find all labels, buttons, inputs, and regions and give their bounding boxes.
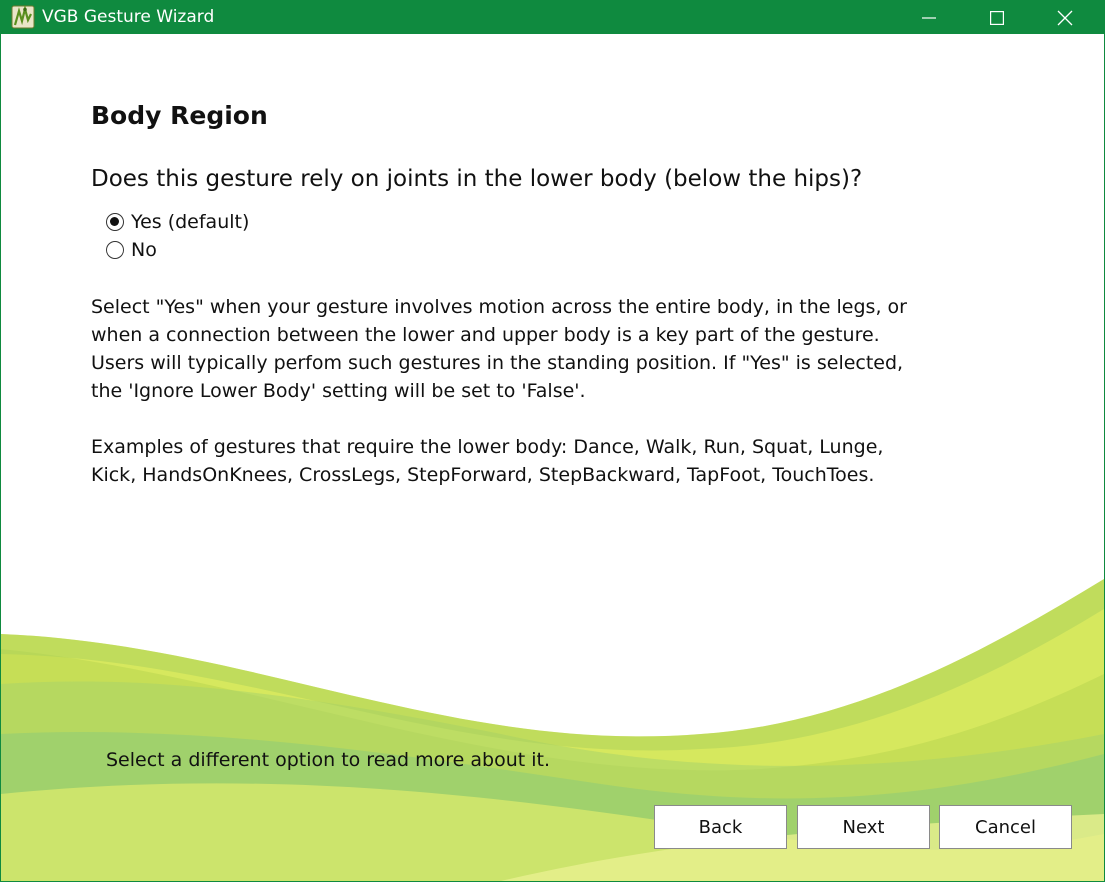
examples-text: Examples of gestures that require the lo… [91, 436, 884, 486]
cancel-button[interactable]: Cancel [939, 805, 1072, 849]
close-button[interactable] [1032, 1, 1098, 34]
hint-message: Select a different option to read more a… [106, 749, 551, 771]
close-icon [1057, 10, 1073, 25]
radio-yes[interactable]: Yes (default) [106, 209, 249, 235]
option-description: Select "Yes" when your gesture involves … [91, 296, 907, 402]
wizard-window: VGB Gesture Wizard Body Region Does this… [0, 0, 1105, 882]
maximize-icon [990, 10, 1004, 25]
radio-no-indicator[interactable] [106, 241, 124, 259]
vgb-app-icon [11, 5, 35, 29]
minimize-icon [922, 16, 936, 19]
radio-no-label: No [131, 239, 157, 261]
page-title: Body Region [91, 101, 268, 130]
title-bar[interactable]: VGB Gesture Wizard [1, 1, 1104, 34]
radio-no[interactable]: No [106, 237, 157, 263]
question-text: Does this gesture rely on joints in the … [91, 166, 863, 192]
window-title: VGB Gesture Wizard [42, 7, 215, 27]
maximize-button[interactable] [964, 1, 1030, 34]
radio-yes-indicator[interactable] [106, 213, 124, 231]
radio-yes-label: Yes (default) [131, 211, 250, 233]
minimize-button[interactable] [896, 1, 962, 34]
next-button[interactable]: Next [797, 805, 930, 849]
back-button[interactable]: Back [654, 805, 787, 849]
wizard-content: Body Region Does this gesture rely on jo… [1, 34, 1104, 881]
